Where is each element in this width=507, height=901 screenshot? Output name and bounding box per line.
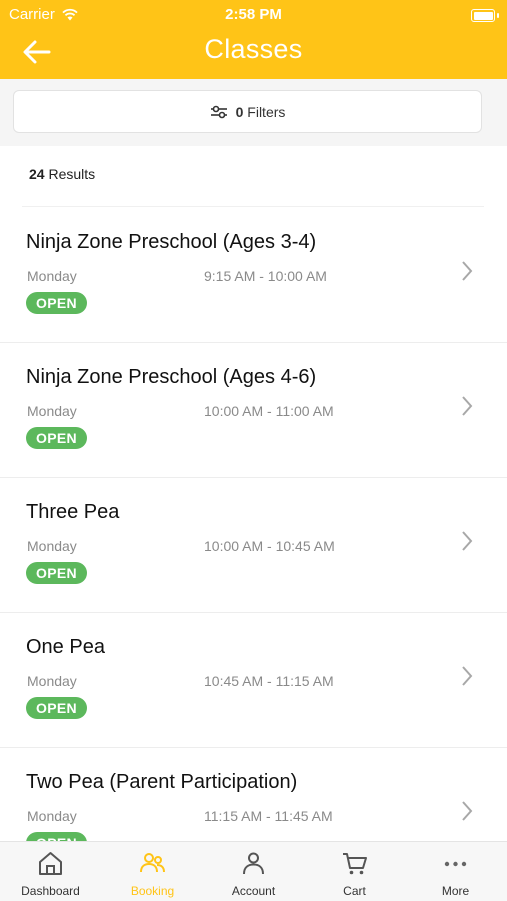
class-time: 11:15 AM - 11:45 AM [204, 808, 333, 824]
status-badge: OPEN [26, 292, 87, 314]
page-title: Classes [204, 34, 303, 64]
person-icon [243, 852, 264, 875]
chevron-right-icon [462, 531, 473, 551]
tab-label: Account [231, 884, 276, 898]
filters-count: 0 [235, 103, 244, 120]
status-time: 2:58 PM [225, 6, 282, 23]
results-summary: 24 Results [29, 166, 95, 182]
cart-icon [343, 853, 367, 875]
class-name: Ninja Zone Preschool (Ages 4-6) [26, 366, 317, 388]
tab-label: Dashboard [21, 884, 80, 898]
battery-icon [471, 9, 495, 22]
chevron-right-icon [462, 261, 473, 281]
class-day: Monday [27, 403, 77, 419]
class-time: 10:45 AM - 11:15 AM [204, 673, 334, 689]
class-name: Ninja Zone Preschool (Ages 3-4) [26, 231, 317, 253]
tab-label: More [441, 884, 470, 898]
class-list-item[interactable]: Ninja Zone Preschool (Ages 3-4) Monday 9… [0, 208, 507, 343]
chevron-right-icon [462, 801, 473, 821]
tab-label: Cart [343, 884, 366, 898]
class-list-item[interactable]: One Pea Monday 10:45 AM - 11:15 AM OPEN [0, 613, 507, 748]
filters-label: Filters [247, 103, 286, 120]
people-icon [140, 853, 165, 873]
class-day: Monday [27, 538, 77, 554]
sliders-icon [210, 105, 227, 118]
status-badge: OPEN [26, 697, 87, 719]
filters-button[interactable]: 0 Filters [13, 90, 482, 133]
divider [22, 206, 484, 207]
class-day: Monday [27, 673, 77, 689]
more-dots-icon [444, 861, 467, 867]
status-badge: OPEN [26, 427, 87, 449]
tab-more[interactable]: More [405, 842, 506, 901]
status-badge: OPEN [26, 562, 87, 584]
tab-dashboard[interactable]: Dashboard [0, 842, 101, 901]
results-label: Results [48, 166, 96, 182]
class-name: One Pea [26, 636, 105, 658]
filter-bar: 0 Filters [0, 79, 507, 146]
results-count: 24 [29, 166, 45, 182]
tab-cart[interactable]: Cart [304, 842, 405, 901]
class-list: Ninja Zone Preschool (Ages 3-4) Monday 9… [0, 208, 507, 883]
class-list-item[interactable]: Three Pea Monday 10:00 AM - 10:45 AM OPE… [0, 478, 507, 613]
status-bar: Carrier 2:58 PM [0, 4, 507, 26]
class-time: 9:15 AM - 10:00 AM [204, 268, 327, 284]
class-time: 10:00 AM - 10:45 AM [204, 538, 335, 554]
battery-tip [497, 13, 499, 18]
chevron-right-icon [462, 396, 473, 416]
class-day: Monday [27, 268, 77, 284]
class-name: Three Pea [26, 501, 120, 523]
tab-booking[interactable]: Booking [102, 842, 203, 901]
chevron-right-icon [462, 666, 473, 686]
tab-label: Booking [130, 884, 175, 898]
app-header: Carrier 2:58 PM Classes [0, 0, 507, 79]
class-day: Monday [27, 808, 77, 824]
class-list-item[interactable]: Ninja Zone Preschool (Ages 4-6) Monday 1… [0, 343, 507, 478]
class-name: Two Pea (Parent Participation) [26, 771, 298, 793]
home-icon [39, 852, 62, 875]
tab-account[interactable]: Account [203, 842, 304, 901]
class-time: 10:00 AM - 11:00 AM [204, 403, 334, 419]
tab-bar: Dashboard Booking Account Cart More [0, 841, 507, 901]
